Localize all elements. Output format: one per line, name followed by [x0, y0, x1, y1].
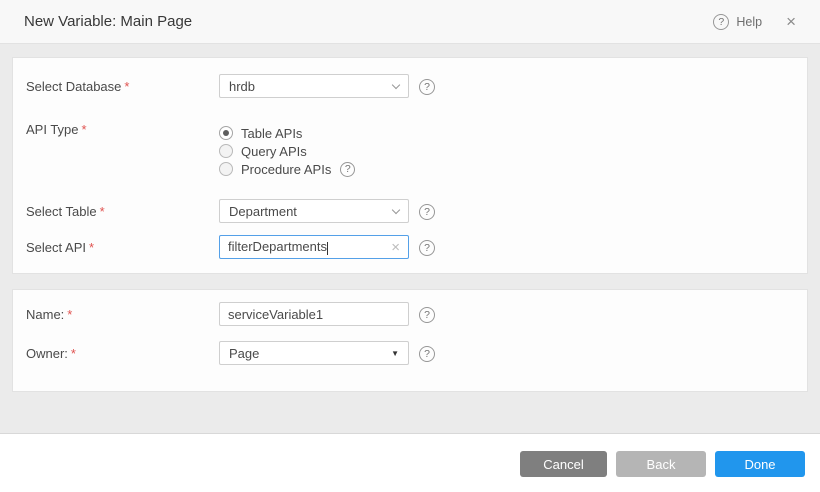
dialog-header: New Variable: Main Page ? Help ×	[0, 0, 820, 44]
owner-row: Owner:* Page ▼ ?	[26, 341, 794, 365]
required-marker: *	[89, 240, 94, 255]
select-table-dropdown[interactable]: Department	[219, 199, 409, 223]
api-type-row: API Type* Table APIs Query APIs Procedur…	[26, 121, 794, 178]
clear-icon[interactable]: ×	[391, 240, 400, 255]
help-label[interactable]: Help	[736, 15, 762, 29]
cancel-button[interactable]: Cancel	[520, 451, 607, 477]
caret-down-icon: ▼	[391, 349, 399, 358]
dialog-title: New Variable: Main Page	[24, 13, 713, 30]
name-row: Name:* ?	[26, 302, 794, 326]
api-type-radio-group: Table APIs Query APIs Procedure APIs ?	[219, 121, 355, 178]
select-table-help-icon[interactable]: ?	[419, 204, 435, 220]
api-type-label: API Type*	[26, 121, 219, 137]
dialog-footer: Cancel Back Done	[0, 433, 820, 492]
procedure-apis-help-icon[interactable]: ?	[340, 162, 355, 177]
radio-unselected-icon[interactable]	[219, 162, 233, 176]
required-marker: *	[71, 346, 76, 361]
radio-procedure-apis-label: Procedure APIs	[241, 162, 331, 177]
select-api-input[interactable]: filterDepartments ×	[219, 235, 409, 259]
select-api-row: Select API* filterDepartments × ?	[26, 235, 794, 259]
owner-value: Page	[229, 346, 259, 361]
select-database-label: Select Database*	[26, 74, 219, 94]
required-marker: *	[124, 79, 129, 94]
select-api-value: filterDepartments	[228, 239, 327, 254]
radio-table-apis-label: Table APIs	[241, 126, 302, 141]
required-marker: *	[100, 204, 105, 219]
select-database-row: Select Database* hrdb ?	[26, 74, 794, 98]
required-marker: *	[82, 122, 87, 137]
dialog-body: Select Database* hrdb ? API Type* Table …	[0, 44, 820, 392]
api-config-section: Select Database* hrdb ? API Type* Table …	[12, 57, 808, 274]
chevron-down-icon	[392, 80, 400, 88]
help-button[interactable]: ? Help	[713, 14, 762, 30]
done-button[interactable]: Done	[715, 451, 805, 477]
name-help-icon[interactable]: ?	[419, 307, 435, 323]
select-api-help-icon[interactable]: ?	[419, 240, 435, 256]
name-label: Name:*	[26, 302, 219, 322]
select-table-value: Department	[229, 204, 297, 219]
name-input[interactable]	[219, 302, 409, 326]
select-database-help-icon[interactable]: ?	[419, 79, 435, 95]
select-database-dropdown[interactable]: hrdb	[219, 74, 409, 98]
select-table-label: Select Table*	[26, 199, 219, 219]
radio-table-apis[interactable]: Table APIs	[219, 124, 355, 142]
owner-select[interactable]: Page ▼	[219, 341, 409, 365]
close-icon[interactable]: ×	[786, 13, 796, 30]
radio-procedure-apis[interactable]: Procedure APIs ?	[219, 160, 355, 178]
radio-unselected-icon[interactable]	[219, 144, 233, 158]
select-database-value: hrdb	[229, 79, 255, 94]
owner-label: Owner:*	[26, 341, 219, 361]
owner-help-icon[interactable]: ?	[419, 346, 435, 362]
select-table-row: Select Table* Department ?	[26, 199, 794, 223]
select-api-label: Select API*	[26, 235, 219, 255]
help-icon[interactable]: ?	[713, 14, 729, 30]
required-marker: *	[67, 307, 72, 322]
radio-query-apis-label: Query APIs	[241, 144, 307, 159]
radio-selected-icon[interactable]	[219, 126, 233, 140]
variable-info-section: Name:* ? Owner:* Page ▼ ?	[12, 289, 808, 392]
chevron-down-icon	[392, 205, 400, 213]
back-button[interactable]: Back	[616, 451, 706, 477]
text-cursor	[327, 242, 328, 255]
radio-query-apis[interactable]: Query APIs	[219, 142, 355, 160]
